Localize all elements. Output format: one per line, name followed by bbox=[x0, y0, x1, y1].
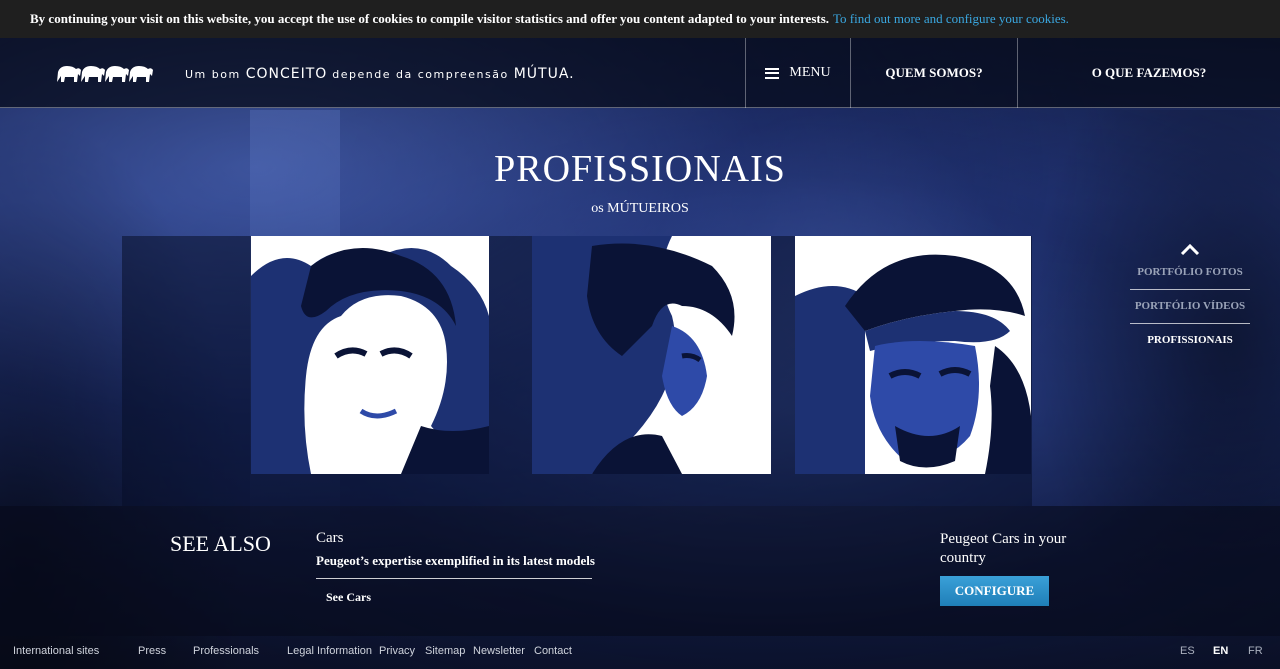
site-tagline: Um bom CONCEITO depende da compreensão M… bbox=[185, 66, 575, 82]
elephants-logo-icon[interactable] bbox=[55, 60, 155, 86]
professional-portrait[interactable] bbox=[532, 236, 771, 474]
side-nav-profissionais[interactable]: PROFISSIONAIS bbox=[1130, 334, 1250, 346]
footer-link-international-sites[interactable]: International sites bbox=[13, 645, 99, 657]
country-title: Peugeot Cars in your country bbox=[940, 531, 1067, 566]
footer-link-legal-information[interactable]: Legal Information bbox=[287, 645, 372, 657]
site-header: Um bom CONCEITO depende da compreensão M… bbox=[0, 38, 1280, 108]
cars-divider bbox=[316, 578, 592, 579]
cookie-text: By continuing your visit on this website… bbox=[30, 11, 830, 26]
professional-portrait[interactable] bbox=[251, 236, 489, 474]
footer-link-professionals[interactable]: Professionals bbox=[193, 645, 259, 657]
side-nav-portfolio-videos[interactable]: PORTFÓLIO VÍDEOS bbox=[1130, 300, 1250, 312]
tagline-part: depende da compreensão bbox=[332, 68, 509, 81]
menu-button[interactable]: MENU bbox=[746, 38, 850, 108]
language-es[interactable]: ES bbox=[1180, 645, 1195, 657]
cookie-banner: By continuing your visit on this website… bbox=[0, 0, 1280, 38]
footer-link-privacy[interactable]: Privacy bbox=[379, 645, 415, 657]
side-nav-divider bbox=[1130, 323, 1250, 324]
see-cars-link[interactable]: See Cars bbox=[326, 590, 371, 605]
cars-title: Cars bbox=[316, 530, 344, 546]
chevron-up-icon[interactable] bbox=[1180, 242, 1200, 256]
professional-portrait[interactable] bbox=[795, 236, 1031, 474]
footer-link-newsletter[interactable]: Newsletter bbox=[473, 645, 525, 657]
language-en[interactable]: EN bbox=[1213, 645, 1228, 657]
footer-link-sitemap[interactable]: Sitemap bbox=[425, 645, 465, 657]
menu-label: MENU bbox=[789, 65, 831, 80]
hamburger-icon bbox=[765, 67, 780, 79]
configure-button[interactable]: CONFIGURE bbox=[940, 576, 1049, 606]
nav-quem-somos[interactable]: QUEM SOMOS? bbox=[851, 38, 1017, 108]
see-also-title: SEE ALSO bbox=[170, 531, 271, 556]
tagline-part: CONCEITO bbox=[245, 66, 328, 82]
nav-o-que-fazemos[interactable]: O QUE FAZEMOS? bbox=[1018, 38, 1280, 108]
footer-link-press[interactable]: Press bbox=[138, 645, 166, 657]
side-nav-portfolio-fotos[interactable]: PORTFÓLIO FOTOS bbox=[1130, 266, 1250, 278]
cars-description: Peugeot’s expertise exemplified in its l… bbox=[316, 553, 595, 568]
page-title: PROFISSIONAIS bbox=[494, 148, 786, 190]
footer-link-contact[interactable]: Contact bbox=[534, 645, 572, 657]
side-nav-divider bbox=[1130, 289, 1250, 290]
tagline-part: MÚTUA. bbox=[513, 66, 575, 82]
page-subtitle: os MÚTUEIROS bbox=[591, 201, 689, 216]
tagline-part: Um bom bbox=[185, 68, 241, 81]
cookie-configure-link[interactable]: To find out more and configure your cook… bbox=[833, 11, 1069, 27]
language-fr[interactable]: FR bbox=[1248, 645, 1263, 657]
see-also-section bbox=[0, 506, 1280, 636]
